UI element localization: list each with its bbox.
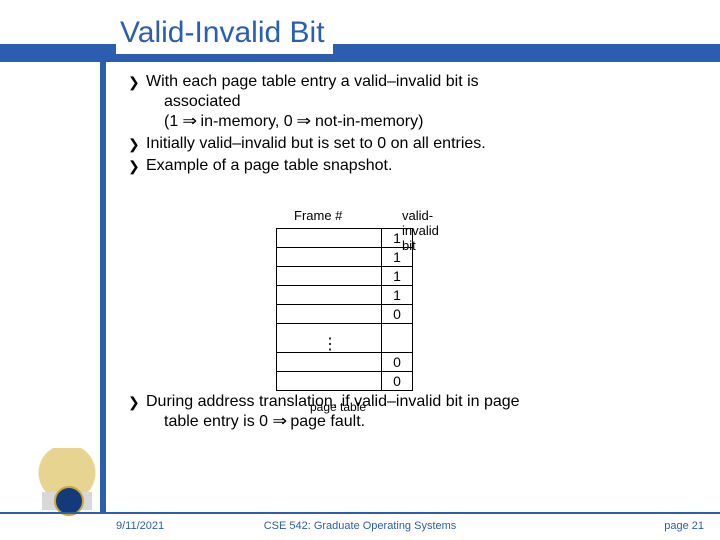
- bullet-2: ❯ Initially valid–invalid but is set to …: [128, 134, 684, 154]
- bullet-3-text: Example of a page table snapshot.: [146, 157, 392, 174]
- footer-page-number: page 21: [664, 520, 704, 532]
- bullet-4: ❯ During address translation, if valid–i…: [128, 392, 684, 432]
- bullet-marker-icon: ❯: [128, 136, 140, 154]
- title-bar: Valid-Invalid Bit: [0, 14, 720, 64]
- table-row: [277, 324, 413, 353]
- footer-course: CSE 542: Graduate Operating Systems: [0, 520, 720, 532]
- page-title: Valid-Invalid Bit: [116, 16, 333, 54]
- bullet-1-line2: associated: [146, 93, 241, 110]
- bullet-1-line1: With each page table entry a valid–inval…: [146, 73, 479, 90]
- title-stripe-thin: [0, 60, 720, 62]
- left-vertical-rule: [100, 48, 106, 512]
- implies-icon: ⇒: [182, 112, 197, 132]
- implies-icon: ⇒: [296, 112, 311, 132]
- university-dome-logo: [36, 448, 98, 510]
- valid-cell: 0: [382, 372, 413, 391]
- bullet-1-line3: (1 ⇒ in-memory, 0 ⇒ not-in-memory): [146, 113, 423, 130]
- slide-body: ❯ With each page table entry a valid–inv…: [128, 72, 684, 178]
- bullet-3: ❯ Example of a page table snapshot.: [128, 156, 684, 176]
- bullet-marker-icon: ❯: [128, 394, 140, 412]
- b1l3-mid: in-memory, 0: [196, 113, 297, 130]
- b1l3-pre: (1: [164, 113, 183, 130]
- valid-cell: 1: [382, 286, 413, 305]
- implies-icon: ⇒: [272, 412, 287, 432]
- table-row: 1: [277, 229, 413, 248]
- page-table-figure: Frame # valid-invalid bit 1 1 1 1 0 0 0 …: [276, 208, 413, 391]
- frame-number-label: Frame #: [294, 208, 342, 223]
- table-row: 0: [277, 305, 413, 324]
- bullet-4-line2: table entry is 0 ⇒ page fault.: [146, 413, 365, 430]
- table-row: 0: [277, 372, 413, 391]
- vertical-ellipsis-icon: ⋮: [322, 334, 340, 354]
- table-row: 1: [277, 248, 413, 267]
- valid-cell: [382, 324, 413, 353]
- bullet-marker-icon: ❯: [128, 158, 140, 176]
- valid-cell: 0: [382, 305, 413, 324]
- bullet-marker-icon: ❯: [128, 74, 140, 92]
- valid-cell: 1: [382, 267, 413, 286]
- table-row: 1: [277, 267, 413, 286]
- table-row: 1: [277, 286, 413, 305]
- bullet-2-text: Initially valid–invalid but is set to 0 …: [146, 135, 486, 152]
- page-table: 1 1 1 1 0 0 0: [276, 228, 413, 391]
- bullet-1: ❯ With each page table entry a valid–inv…: [128, 72, 684, 132]
- valid-cell: 0: [382, 353, 413, 372]
- b1l3-post: not-in-memory): [311, 113, 424, 130]
- b4l2-pre: table entry is 0: [164, 413, 273, 430]
- slide: Valid-Invalid Bit ❯ With each page table…: [0, 0, 720, 540]
- slide-footer: 9/11/2021 CSE 542: Graduate Operating Sy…: [0, 512, 720, 540]
- b4l2-post: page fault.: [286, 413, 365, 430]
- page-table-caption: page table: [310, 400, 366, 414]
- figure-header: Frame # valid-invalid bit: [276, 208, 413, 226]
- title-stripe: [0, 44, 720, 60]
- table-row: 0: [277, 353, 413, 372]
- valid-bit-label: valid-invalid bit: [402, 208, 439, 253]
